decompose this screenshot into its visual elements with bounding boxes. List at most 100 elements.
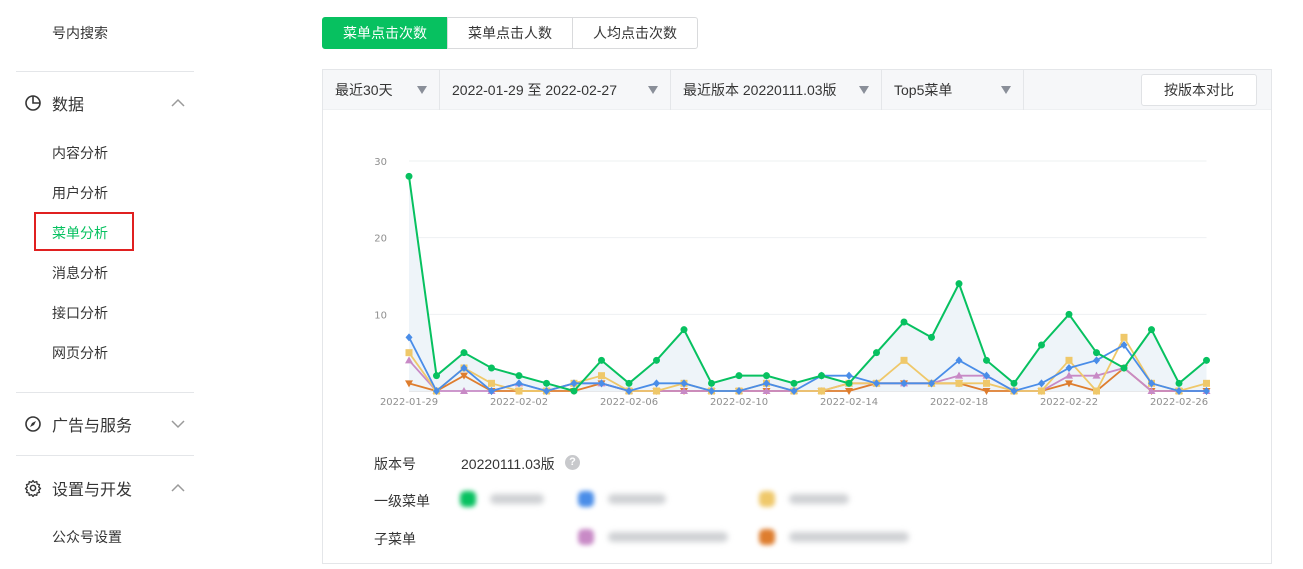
y-tick-label: 20 <box>374 234 387 245</box>
sidebar-item-message-analysis[interactable]: 消息分析 <box>52 263 108 283</box>
caret-down-icon <box>648 86 658 94</box>
version-label: 版本号 <box>374 456 416 472</box>
data-point <box>488 379 495 387</box>
date-range-value: 2022-01-29 至 2022-02-27 <box>452 82 618 98</box>
sidebar-group-data[interactable]: 数据 <box>24 91 194 115</box>
data-point <box>570 387 578 395</box>
data-point <box>1148 326 1155 334</box>
data-point <box>1038 387 1045 395</box>
sidebar-group-settings-label: 设置与开发 <box>52 482 133 499</box>
data-point <box>460 349 468 357</box>
legend-item-series-4[interactable] <box>578 527 728 547</box>
data-point <box>653 356 660 364</box>
filter-bar: 最近30天 2022-01-29 至 2022-02-27 最近版本 20220… <box>323 70 1271 110</box>
version-select[interactable]: 最近版本 20220111.03版 <box>671 70 882 110</box>
data-point <box>1038 341 1045 349</box>
data-point <box>845 379 853 387</box>
legend-item-series-3[interactable] <box>759 489 849 509</box>
data-point <box>653 387 660 395</box>
x-tick-label: 2022-02-14 <box>820 397 878 408</box>
data-point <box>405 349 413 357</box>
topn-select[interactable]: Top5菜单 <box>882 70 1024 110</box>
caret-down-icon <box>417 86 427 94</box>
x-tick-label: 2022-02-22 <box>1040 397 1098 408</box>
data-point <box>1175 379 1183 387</box>
level1-menu-label: 一级菜单 <box>374 493 430 509</box>
y-tick-label: 30 <box>374 157 387 168</box>
sidebar-item-search[interactable]: 号内搜索 <box>52 23 108 43</box>
data-point <box>625 379 633 387</box>
x-tick-label: 2022-02-26 <box>1150 397 1208 408</box>
legend-text-redacted <box>490 494 544 504</box>
legend-item-series-5[interactable] <box>759 527 909 547</box>
x-tick-label: 2022-02-10 <box>710 397 768 408</box>
version-select-value: 最近版本 20220111.03版 <box>683 82 837 98</box>
sidebar-item-account-settings[interactable]: 公众号设置 <box>52 527 122 547</box>
sidebar-divider <box>16 71 194 72</box>
sidebar-divider <box>16 392 194 393</box>
sidebar-item-api-analysis[interactable]: 接口分析 <box>52 303 108 323</box>
legend-swatch <box>578 491 594 507</box>
legend-text-redacted <box>608 494 666 504</box>
version-value: 20220111.03版 <box>461 456 555 472</box>
metric-tabs: 菜单点击次数 菜单点击人数 人均点击次数 <box>322 17 698 49</box>
data-point <box>515 387 523 395</box>
legend-text-redacted <box>789 494 849 504</box>
data-point <box>680 326 688 334</box>
legend-swatch <box>460 491 476 507</box>
sidebar-item-webpage-analysis[interactable]: 网页分析 <box>52 343 108 363</box>
help-icon[interactable]: ? <box>565 455 580 470</box>
y-tick-label: 10 <box>374 310 387 321</box>
legend-swatch <box>759 491 775 507</box>
range-select-value: 最近30天 <box>335 82 393 98</box>
active-item-highlight <box>34 212 134 251</box>
range-select[interactable]: 最近30天 <box>323 70 440 110</box>
data-point <box>873 349 880 357</box>
submenu-label: 子菜单 <box>374 531 416 547</box>
data-point <box>955 379 963 387</box>
gear-icon <box>24 479 42 498</box>
data-point <box>928 333 935 341</box>
data-point <box>1120 364 1128 372</box>
legend-item-series-2[interactable] <box>578 489 666 509</box>
tab-avg-clicks[interactable]: 人均点击次数 <box>572 17 698 49</box>
legend-text-redacted <box>608 532 728 542</box>
sidebar: 号内搜索 数据 内容分析 用户分析 菜单分析 消息分析 接口分析 网页分析 广告… <box>0 0 253 569</box>
data-point <box>708 379 715 387</box>
data-point <box>598 356 605 364</box>
sidebar-group-ads[interactable]: 广告与服务 <box>24 412 194 436</box>
date-range-select[interactable]: 2022-01-29 至 2022-02-27 <box>440 70 671 110</box>
data-point <box>983 379 990 387</box>
data-point <box>955 280 963 288</box>
data-point <box>818 372 825 380</box>
tab-menu-clicks[interactable]: 菜单点击次数 <box>322 17 448 49</box>
tab-menu-users[interactable]: 菜单点击人数 <box>447 17 573 49</box>
data-point <box>763 372 770 380</box>
data-point <box>983 356 990 364</box>
data-point <box>1065 310 1073 318</box>
data-point <box>818 387 825 395</box>
menu-clicks-line-chart: 10 20 30 2022-01-29 2022-02-02 2022-02-06 2022… <box>374 157 1211 408</box>
data-point <box>1203 356 1210 364</box>
data-point <box>405 172 413 180</box>
sidebar-group-ads-label: 广告与服务 <box>52 418 133 435</box>
legend-swatch <box>578 529 594 545</box>
x-tick-label: 2022-02-06 <box>600 397 658 408</box>
sidebar-group-data-label: 数据 <box>52 97 85 114</box>
data-point <box>1065 356 1073 364</box>
sidebar-item-content-analysis[interactable]: 内容分析 <box>52 143 108 163</box>
data-point <box>543 379 550 387</box>
compare-by-version-button[interactable]: 按版本对比 <box>1141 74 1257 106</box>
x-tick-label: 2022-02-02 <box>490 397 548 408</box>
legend-text-redacted <box>789 532 909 542</box>
sidebar-item-user-analysis[interactable]: 用户分析 <box>52 183 108 203</box>
topn-select-value: Top5菜单 <box>894 82 953 98</box>
x-tick-label: 2022-02-18 <box>930 397 988 408</box>
legend-item-series-1[interactable] <box>460 489 544 509</box>
compass-icon <box>24 415 42 433</box>
chart-panel: 最近30天 2022-01-29 至 2022-02-27 最近版本 20220… <box>322 69 1272 564</box>
sidebar-group-settings[interactable]: 设置与开发 <box>24 476 194 500</box>
legend-swatch <box>759 529 775 545</box>
data-point <box>433 372 440 380</box>
data-point <box>845 371 853 380</box>
